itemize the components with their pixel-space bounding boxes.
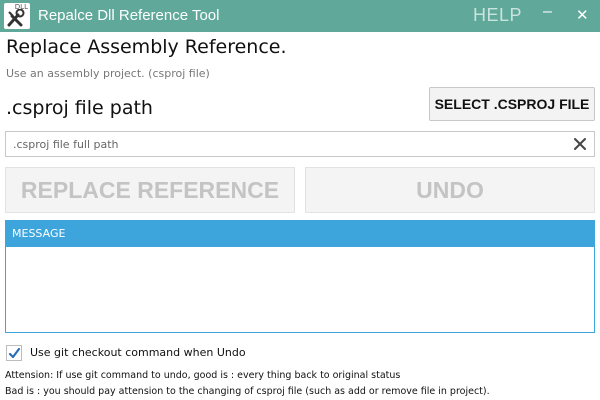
path-field	[5, 131, 595, 157]
csproj-path-input[interactable]	[13, 135, 563, 153]
page-subtitle: Use an assembly project. (csproj file)	[6, 67, 210, 80]
path-label: .csproj file path	[6, 97, 153, 119]
bad-note: Bad is : you should pay attension to the…	[5, 386, 490, 397]
attention-note: Attension: If use git command to undo, g…	[5, 370, 401, 381]
help-button[interactable]: HELP	[473, 5, 522, 26]
title-bar: DLL Repalce Dll Reference Tool HELP – ✕	[0, 0, 600, 32]
replace-reference-button[interactable]: REPLACE REFERENCE	[5, 167, 295, 213]
window-title: Repalce Dll Reference Tool	[38, 7, 220, 24]
checkmark-icon	[8, 347, 21, 359]
message-textarea[interactable]	[6, 247, 594, 332]
minimize-button[interactable]: –	[543, 3, 552, 21]
message-header: MESSAGE	[6, 221, 594, 247]
select-csproj-button[interactable]: SELECT .CSPROJ FILE	[429, 87, 595, 121]
app-icon: DLL	[4, 3, 30, 29]
message-panel: MESSAGE	[5, 220, 595, 333]
undo-button[interactable]: UNDO	[305, 167, 595, 213]
git-checkout-label[interactable]: Use git checkout command when Undo	[30, 346, 246, 359]
page-title: Replace Assembly Reference.	[6, 36, 287, 58]
tools-icon	[7, 9, 25, 27]
clear-icon[interactable]	[571, 135, 589, 153]
close-button[interactable]: ✕	[576, 6, 589, 24]
git-checkout-checkbox[interactable]	[6, 345, 22, 361]
